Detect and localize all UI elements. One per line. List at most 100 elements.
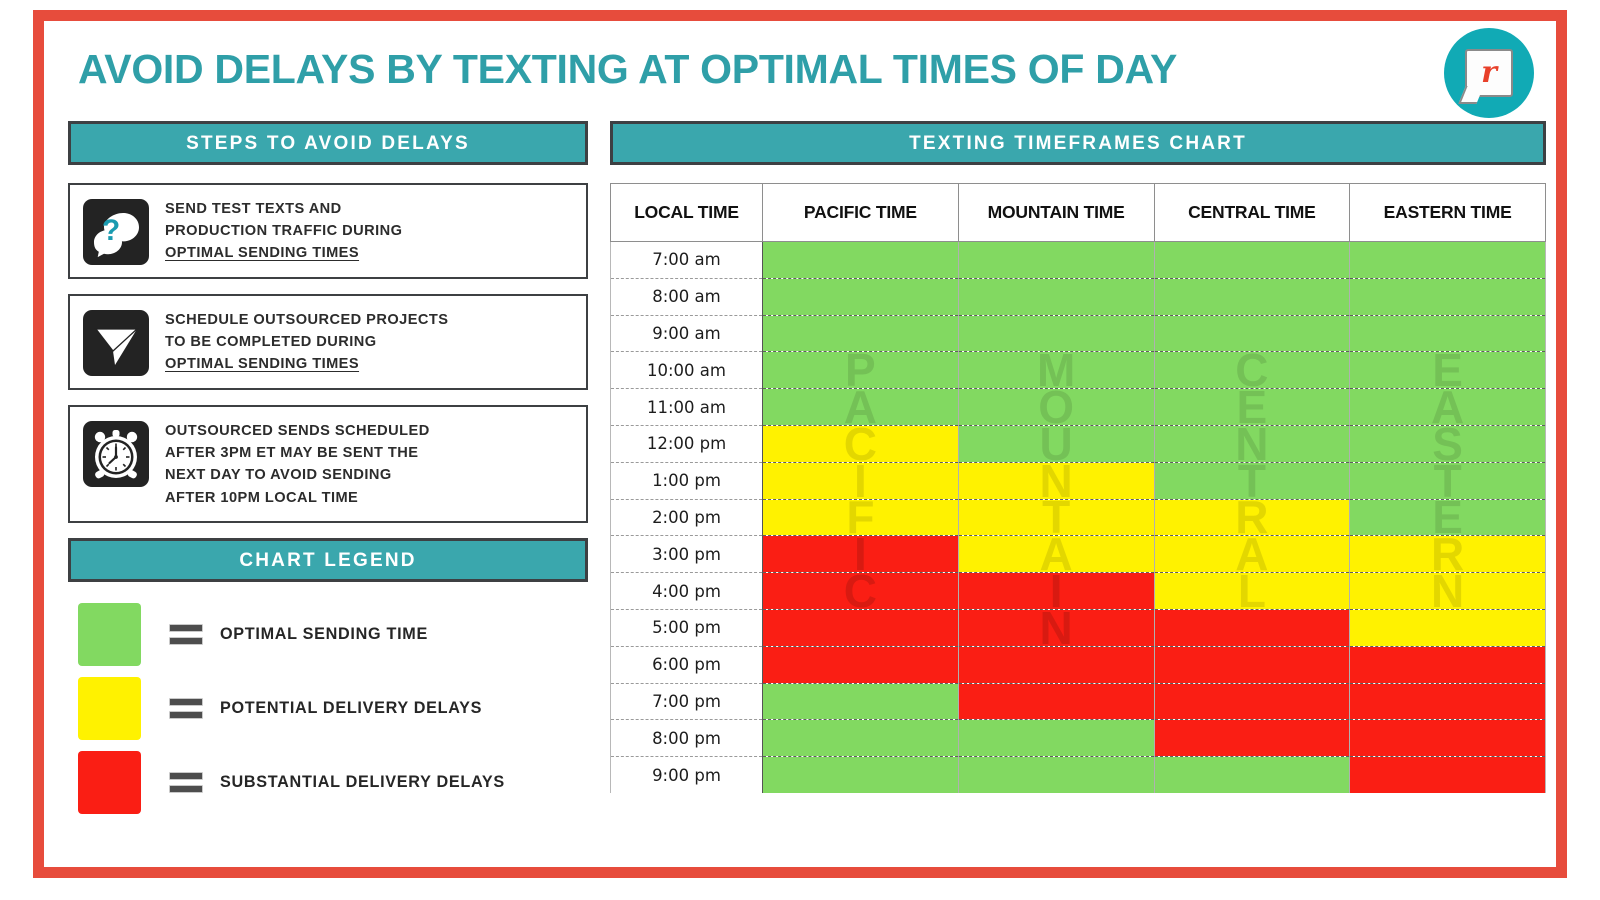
status-cell-pacific-substantial: C xyxy=(762,568,959,614)
status-cell-central-potential: A xyxy=(1154,531,1351,577)
paper-plane-send-icon xyxy=(83,310,149,376)
svg-text:?: ? xyxy=(102,214,120,247)
status-cell-pacific-potential: F xyxy=(762,494,959,540)
step-line: NEXT DAY TO AVOID SENDING xyxy=(165,467,392,484)
right-panel: TEXTING TIMEFRAMES CHART LOCAL TIME PACIF… xyxy=(610,121,1546,861)
step-line: TO BE COMPLETED DURING xyxy=(165,334,377,351)
legend-item: POTENTIAL DELIVERY DELAYS xyxy=(68,675,588,743)
column-watermark-letter: C xyxy=(843,565,877,618)
status-cell-mountain-optimal xyxy=(958,756,1155,794)
page-title: AVOID DELAYS BY TEXTING AT OPTIMAL TIMES… xyxy=(78,46,1178,92)
column-watermark-letter: M xyxy=(1036,344,1076,397)
status-cell-eastern-optimal: A xyxy=(1349,384,1546,430)
texting-timeframes-chart: LOCAL TIME PACIFIC TIME MOUNTAIN TIME CENTR… xyxy=(610,183,1546,794)
local-time-cell: 8:00 am xyxy=(610,278,763,316)
legend-label: OPTIMAL SENDING TIME xyxy=(220,625,428,644)
alarm-clock-icon xyxy=(83,421,149,487)
step-text: SEND TEST TEXTS AND PRODUCTION TRAFFIC D… xyxy=(165,197,402,265)
status-cell-central-potential: L xyxy=(1154,568,1351,614)
left-panel: STEPS TO AVOID DELAYS ? SEND TEST TEXTS … xyxy=(68,121,588,861)
legend-item: SUBSTANTIAL DELIVERY DELAYS xyxy=(68,749,588,817)
status-cell-pacific-substantial: I xyxy=(762,531,959,577)
column-watermark-letter: O xyxy=(1038,381,1075,434)
local-time-cell: 1:00 pm xyxy=(610,462,763,500)
legend-swatch-substantial xyxy=(78,751,141,815)
column-watermark-letter: R xyxy=(1235,491,1269,544)
status-cell-eastern-optimal: E xyxy=(1349,347,1546,393)
step-link-text[interactable]: OPTIMAL SENDING TIMES xyxy=(165,242,402,264)
legend-swatch-potential xyxy=(78,677,141,741)
timeframes-table: LOCAL TIME PACIFIC TIME MOUNTAIN TIME CENTR… xyxy=(610,183,1546,794)
column-watermark-letter: A xyxy=(843,381,877,434)
status-cell-pacific-substantial xyxy=(762,609,959,647)
table-row: 6:00 pm xyxy=(610,646,1546,684)
column-watermark-letter: L xyxy=(1237,565,1266,618)
chart-heading: TEXTING TIMEFRAMES CHART xyxy=(610,121,1546,165)
content-area: STEPS TO AVOID DELAYS ? SEND TEST TEXTS … xyxy=(44,121,1556,867)
local-time-cell: 7:00 am xyxy=(610,241,763,279)
status-cell-pacific-optimal xyxy=(762,756,959,794)
column-watermark-letter: E xyxy=(1432,344,1463,397)
header: AVOID DELAYS BY TEXTING AT OPTIMAL TIMES… xyxy=(44,21,1556,121)
status-cell-pacific-potential: C xyxy=(762,421,959,467)
legend-item: OPTIMAL SENDING TIME xyxy=(68,601,588,669)
column-watermark-letter: N xyxy=(1431,565,1465,618)
local-time-cell: 8:00 pm xyxy=(610,719,763,758)
step-item: ? SEND TEST TEXTS AND PRODUCTION TRAFFIC… xyxy=(68,183,588,279)
column-watermark-letter: T xyxy=(1237,454,1266,507)
status-cell-mountain-potential: N xyxy=(958,458,1155,504)
status-cell-eastern-substantial xyxy=(1349,683,1546,721)
status-cell-pacific-optimal xyxy=(762,241,959,279)
table-row: 11:00 am A O E A xyxy=(610,384,1546,430)
column-header-mountain: MOUNTAIN TIME xyxy=(957,183,1155,242)
status-cell-pacific-optimal xyxy=(762,278,959,316)
status-cell-central-optimal xyxy=(1154,756,1351,794)
column-watermark-letter: T xyxy=(1042,491,1071,544)
status-cell-eastern-potential xyxy=(1349,609,1546,647)
status-cell-pacific-optimal: P xyxy=(762,347,959,393)
column-header-eastern: EASTERN TIME xyxy=(1349,183,1546,242)
legend-swatch-optimal xyxy=(78,603,141,667)
status-cell-mountain-potential: T xyxy=(958,494,1155,540)
step-line: AFTER 10PM LOCAL TIME xyxy=(165,489,359,506)
status-cell-central-substantial xyxy=(1154,683,1351,721)
column-watermark-letter: A xyxy=(1431,381,1465,434)
step-link-text[interactable]: OPTIMAL SENDING TIMES xyxy=(165,353,448,375)
status-cell-mountain-optimal: U xyxy=(958,421,1155,467)
step-text: OUTSOURCED SENDS SCHEDULED AFTER 3PM ET … xyxy=(165,419,430,509)
table-row: 4:00 pm C I L N xyxy=(610,568,1546,614)
column-watermark-letter: N xyxy=(1235,417,1269,470)
step-line: AFTER 3PM ET MAY BE SENT THE xyxy=(165,445,419,462)
legend-heading: CHART LEGEND xyxy=(68,537,588,582)
infographic-frame: AVOID DELAYS BY TEXTING AT OPTIMAL TIMES… xyxy=(33,10,1567,878)
column-header-local-time: LOCAL TIME xyxy=(610,183,763,242)
step-item: SCHEDULE OUTSOURCED PROJECTS TO BE COMPL… xyxy=(68,294,588,390)
step-item: OUTSOURCED SENDS SCHEDULED AFTER 3PM ET … xyxy=(68,405,588,523)
steps-heading: STEPS TO AVOID DELAYS xyxy=(68,121,588,165)
status-cell-central-optimal: E xyxy=(1154,384,1351,430)
status-cell-mountain-optimal: O xyxy=(958,384,1155,430)
column-watermark-letter: C xyxy=(843,417,877,470)
table-row: 9:00 pm xyxy=(610,756,1546,794)
status-cell-mountain-substantial: N xyxy=(958,605,1155,651)
status-cell-mountain-substantial xyxy=(958,683,1155,721)
column-watermark-letter: S xyxy=(1432,417,1463,470)
equals-icon xyxy=(169,772,203,794)
table-row: 1:00 pm I N T T xyxy=(610,458,1546,504)
status-cell-eastern-potential: N xyxy=(1349,568,1546,614)
legend-label: POTENTIAL DELIVERY DELAYS xyxy=(220,699,483,718)
status-cell-eastern-substantial xyxy=(1349,719,1546,758)
local-time-cell: 3:00 pm xyxy=(610,535,763,574)
table-row: 10:00 am P M C E xyxy=(610,347,1546,393)
column-header-central: CENTRAL TIME xyxy=(1153,183,1351,242)
local-time-cell: 11:00 am xyxy=(610,388,763,426)
table-row: 9:00 am xyxy=(610,315,1546,353)
speech-bubble-icon: r xyxy=(1465,49,1513,97)
steps-list: ? SEND TEST TEXTS AND PRODUCTION TRAFFIC… xyxy=(68,183,588,523)
column-watermark-letter: A xyxy=(1039,528,1073,581)
status-cell-central-optimal: C xyxy=(1154,347,1351,393)
question-speech-bubble-icon: ? xyxy=(83,199,149,265)
step-text: SCHEDULE OUTSOURCED PROJECTS TO BE COMPL… xyxy=(165,308,448,376)
table-row: 7:00 pm xyxy=(610,683,1546,721)
column-watermark-letter: U xyxy=(1039,417,1073,470)
